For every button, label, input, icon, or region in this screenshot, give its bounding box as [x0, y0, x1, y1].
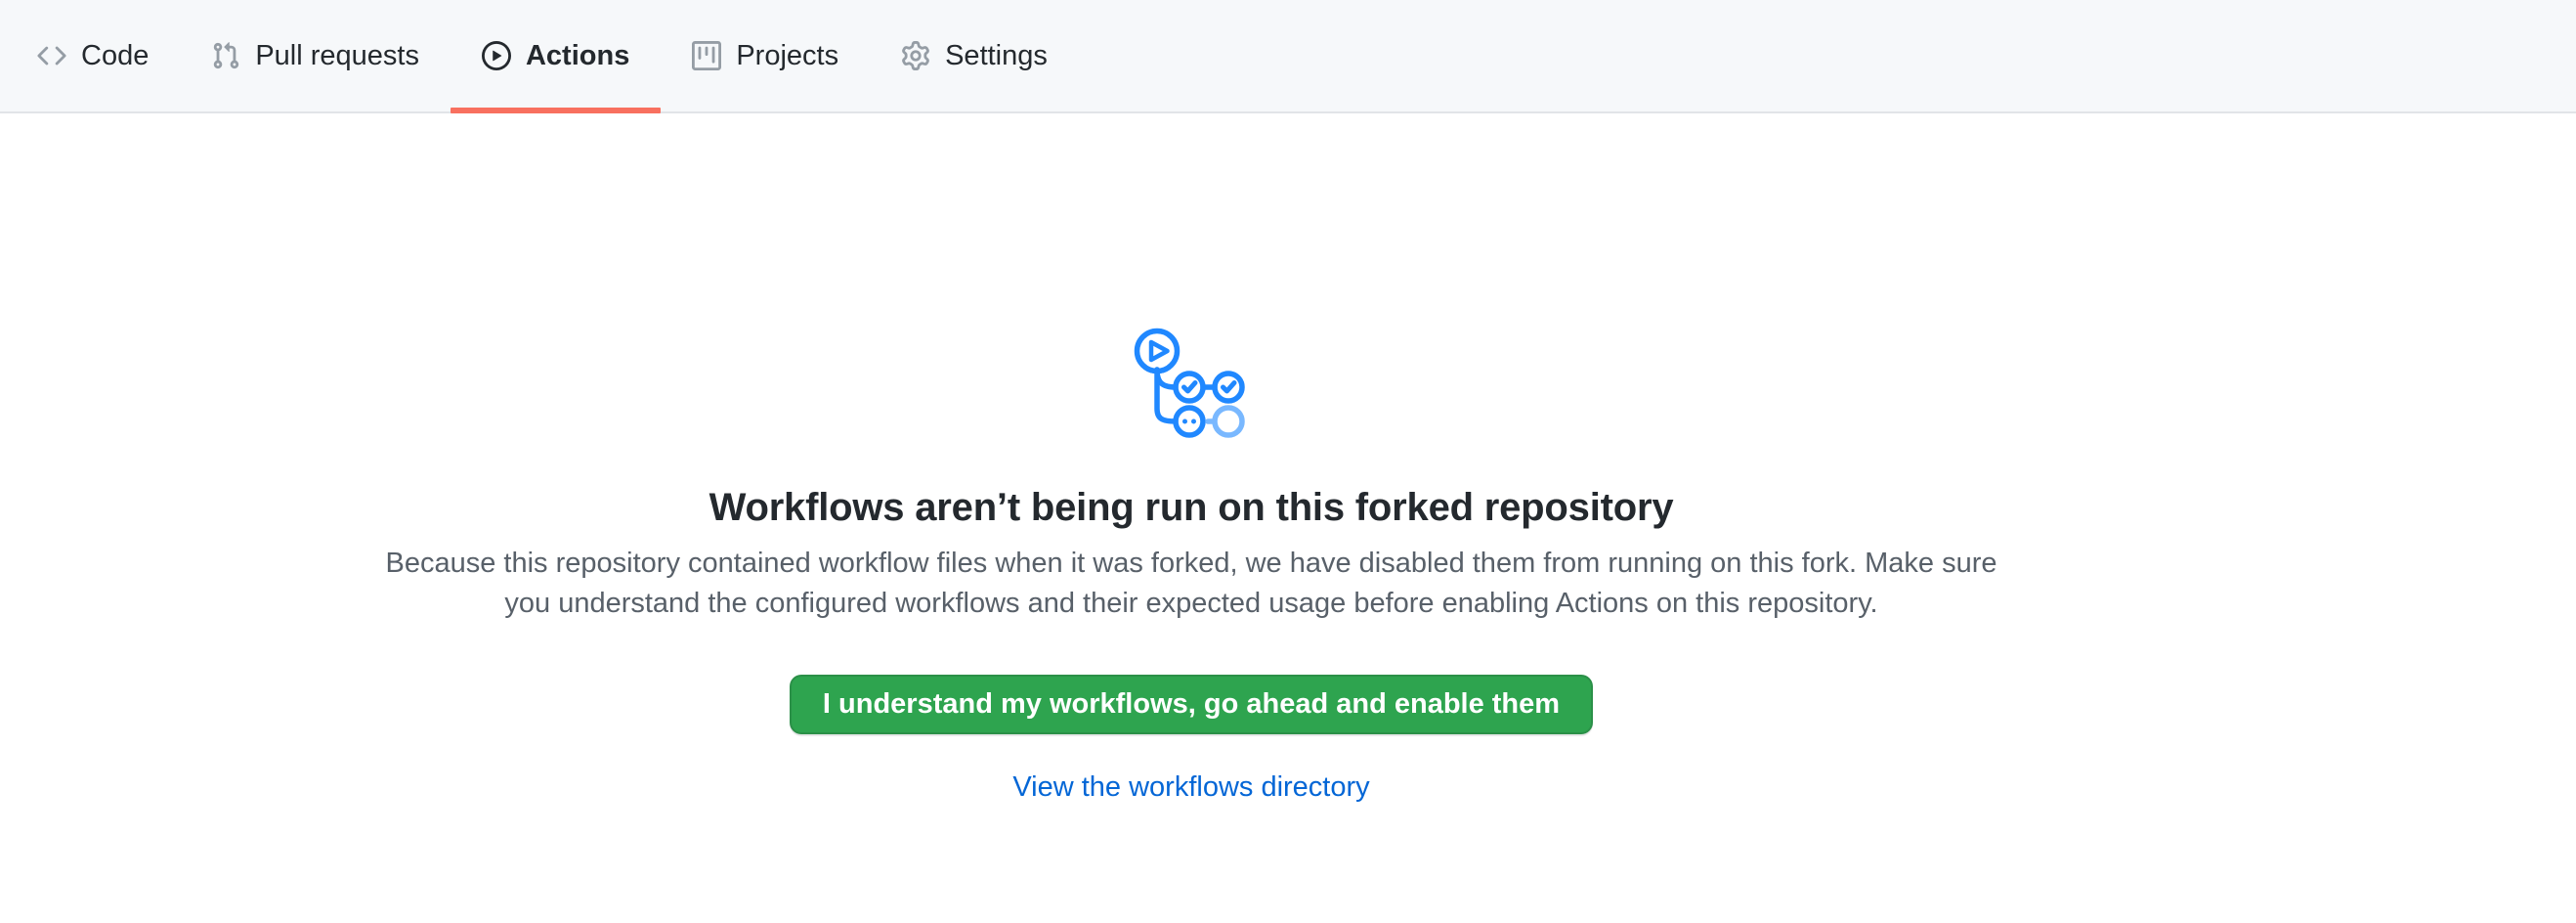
tab-actions-label: Actions — [526, 42, 629, 70]
tab-settings[interactable]: Settings — [870, 0, 1079, 111]
tab-code-label: Code — [81, 42, 149, 70]
pull-request-icon — [211, 41, 240, 70]
play-icon — [482, 41, 511, 70]
blankslate-description: Because this repository contained workfl… — [380, 544, 2002, 624]
tab-actions[interactable]: Actions — [451, 0, 661, 111]
tab-projects[interactable]: Projects — [661, 0, 870, 111]
workflow-graph-icon — [1134, 327, 1249, 440]
actions-blankslate: Workflows aren’t being run on this forke… — [0, 113, 2383, 804]
enable-workflows-button[interactable]: I understand my workflows, go ahead and … — [790, 675, 1593, 734]
blankslate-title: Workflows aren’t being run on this forke… — [0, 486, 2383, 530]
view-workflows-directory-link[interactable]: View the workflows directory — [1012, 771, 1369, 803]
tab-code[interactable]: Code — [6, 0, 180, 111]
tab-pull-requests-label: Pull requests — [255, 42, 419, 70]
tab-pull-requests[interactable]: Pull requests — [180, 0, 451, 111]
tab-settings-label: Settings — [945, 42, 1048, 70]
code-icon — [37, 41, 66, 70]
repo-tab-bar: Code Pull requests Actions Projects Sett… — [0, 0, 2576, 113]
gear-icon — [901, 41, 930, 70]
tab-projects-label: Projects — [736, 42, 838, 70]
project-icon — [692, 41, 721, 70]
